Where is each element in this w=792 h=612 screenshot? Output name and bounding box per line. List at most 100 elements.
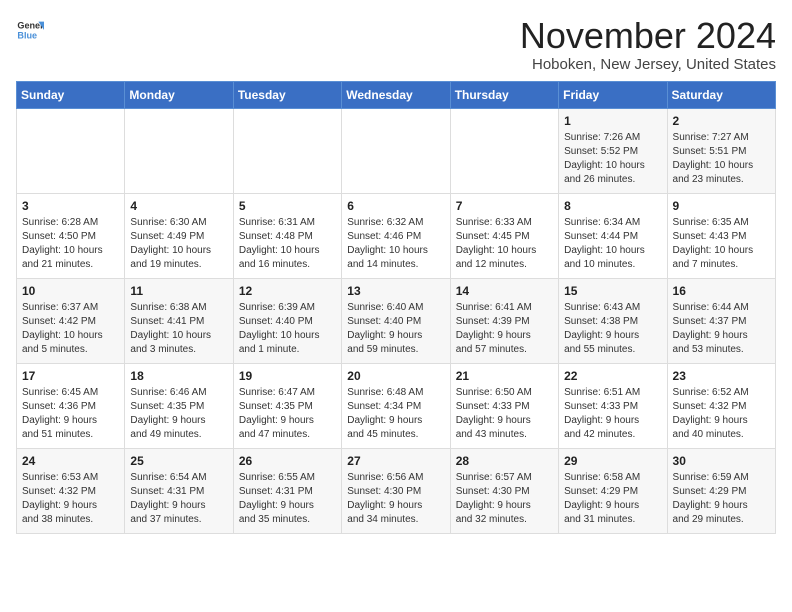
- calendar-cell: 16 Sunrise: 6:44 AM Sunset: 4:37 PM Dayli…: [667, 278, 775, 363]
- day-number: 3: [22, 199, 119, 213]
- calendar-week-row: 10 Sunrise: 6:37 AM Sunset: 4:42 PM Dayli…: [17, 278, 776, 363]
- calendar-cell: 9Sunrise: 6:35 AM Sunset: 4:43 PM Daylig…: [667, 193, 775, 278]
- calendar-cell: [233, 108, 341, 193]
- calendar-week-row: 3 Sunrise: 6:28 AM Sunset: 4:50 PM Daylig…: [17, 193, 776, 278]
- calendar-cell: [125, 108, 233, 193]
- day-number: 22: [564, 369, 661, 383]
- calendar-cell: [342, 108, 450, 193]
- day-info: Sunrise: 6:38 AM Sunset: 4:41 PM Dayligh…: [130, 301, 227, 357]
- weekday-header-friday: Friday: [559, 81, 667, 108]
- day-info: Sunrise: 6:28 AM Sunset: 4:50 PM Dayligh…: [22, 216, 119, 272]
- day-info: Sunrise: 6:47 AM Sunset: 4:35 PM Dayligh…: [239, 386, 336, 442]
- day-number: 16: [673, 284, 770, 298]
- calendar-cell: 22 Sunrise: 6:51 AM Sunset: 4:33 PM Dayli…: [559, 363, 667, 448]
- calendar-cell: 5 Sunrise: 6:31 AM Sunset: 4:48 PM Daylig…: [233, 193, 341, 278]
- day-info: Sunrise: 6:46 AM Sunset: 4:35 PM Dayligh…: [130, 386, 227, 442]
- calendar-cell: 30 Sunrise: 6:59 AM Sunset: 4:29 PM Dayli…: [667, 448, 775, 533]
- day-info: Sunrise: 6:32 AM Sunset: 4:46 PM Dayligh…: [347, 216, 444, 272]
- calendar-cell: 17 Sunrise: 6:45 AM Sunset: 4:36 PM Dayli…: [17, 363, 125, 448]
- day-number: 6: [347, 199, 444, 213]
- header-area: General Blue November 2024 Hoboken, New …: [16, 16, 776, 73]
- day-info: Sunrise: 6:55 AM Sunset: 4:31 PM Dayligh…: [239, 471, 336, 527]
- weekday-header-wednesday: Wednesday: [342, 81, 450, 108]
- day-number: 13: [347, 284, 444, 298]
- day-number: 11: [130, 284, 227, 298]
- day-number: 15: [564, 284, 661, 298]
- day-number: 30: [673, 454, 770, 468]
- day-number: 2: [673, 114, 770, 128]
- day-number: 29: [564, 454, 661, 468]
- calendar-cell: 7 Sunrise: 6:33 AM Sunset: 4:45 PM Daylig…: [450, 193, 558, 278]
- calendar-cell: 13Sunrise: 6:40 AM Sunset: 4:40 PM Dayli…: [342, 278, 450, 363]
- day-info: Sunrise: 6:33 AM Sunset: 4:45 PM Dayligh…: [456, 216, 553, 272]
- day-number: 10: [22, 284, 119, 298]
- day-info: Sunrise: 6:30 AM Sunset: 4:49 PM Dayligh…: [130, 216, 227, 272]
- calendar-cell: 10 Sunrise: 6:37 AM Sunset: 4:42 PM Dayli…: [17, 278, 125, 363]
- day-info: Sunrise: 6:51 AM Sunset: 4:33 PM Dayligh…: [564, 386, 661, 442]
- calendar-cell: 28 Sunrise: 6:57 AM Sunset: 4:30 PM Dayli…: [450, 448, 558, 533]
- calendar-cell: 6 Sunrise: 6:32 AM Sunset: 4:46 PM Daylig…: [342, 193, 450, 278]
- calendar-cell: 2 Sunrise: 7:27 AM Sunset: 5:51 PM Daylig…: [667, 108, 775, 193]
- day-number: 26: [239, 454, 336, 468]
- calendar-week-row: 1 Sunrise: 7:26 AM Sunset: 5:52 PM Daylig…: [17, 108, 776, 193]
- day-info: Sunrise: 6:57 AM Sunset: 4:30 PM Dayligh…: [456, 471, 553, 527]
- month-title: November 2024: [520, 16, 776, 56]
- day-info: Sunrise: 6:45 AM Sunset: 4:36 PM Dayligh…: [22, 386, 119, 442]
- day-info: Sunrise: 6:43 AM Sunset: 4:38 PM Dayligh…: [564, 301, 661, 357]
- day-info: Sunrise: 6:58 AM Sunset: 4:29 PM Dayligh…: [564, 471, 661, 527]
- calendar-cell: 1 Sunrise: 7:26 AM Sunset: 5:52 PM Daylig…: [559, 108, 667, 193]
- day-number: 4: [130, 199, 227, 213]
- day-number: 19: [239, 369, 336, 383]
- calendar-cell: 19 Sunrise: 6:47 AM Sunset: 4:35 PM Dayli…: [233, 363, 341, 448]
- weekday-header-row: SundayMondayTuesdayWednesdayThursdayFrid…: [17, 81, 776, 108]
- calendar-cell: 12Sunrise: 6:39 AM Sunset: 4:40 PM Dayli…: [233, 278, 341, 363]
- day-info: Sunrise: 6:37 AM Sunset: 4:42 PM Dayligh…: [22, 301, 119, 357]
- day-number: 27: [347, 454, 444, 468]
- calendar-cell: 23Sunrise: 6:52 AM Sunset: 4:32 PM Dayli…: [667, 363, 775, 448]
- day-info: Sunrise: 6:56 AM Sunset: 4:30 PM Dayligh…: [347, 471, 444, 527]
- calendar-cell: 29 Sunrise: 6:58 AM Sunset: 4:29 PM Dayli…: [559, 448, 667, 533]
- weekday-header-sunday: Sunday: [17, 81, 125, 108]
- calendar-cell: 4 Sunrise: 6:30 AM Sunset: 4:49 PM Daylig…: [125, 193, 233, 278]
- day-number: 1: [564, 114, 661, 128]
- day-info: Sunrise: 6:31 AM Sunset: 4:48 PM Dayligh…: [239, 216, 336, 272]
- day-number: 25: [130, 454, 227, 468]
- calendar-cell: 27 Sunrise: 6:56 AM Sunset: 4:30 PM Dayli…: [342, 448, 450, 533]
- weekday-header-monday: Monday: [125, 81, 233, 108]
- calendar-cell: 14Sunrise: 6:41 AM Sunset: 4:39 PM Dayli…: [450, 278, 558, 363]
- day-info: Sunrise: 6:35 AM Sunset: 4:43 PM Dayligh…: [673, 216, 770, 272]
- day-number: 28: [456, 454, 553, 468]
- day-number: 14: [456, 284, 553, 298]
- day-info: Sunrise: 6:44 AM Sunset: 4:37 PM Dayligh…: [673, 301, 770, 357]
- calendar-cell: 20Sunrise: 6:48 AM Sunset: 4:34 PM Dayli…: [342, 363, 450, 448]
- calendar-cell: 25Sunrise: 6:54 AM Sunset: 4:31 PM Dayli…: [125, 448, 233, 533]
- day-number: 17: [22, 369, 119, 383]
- day-info: Sunrise: 6:59 AM Sunset: 4:29 PM Dayligh…: [673, 471, 770, 527]
- location: Hoboken, New Jersey, United States: [520, 56, 776, 73]
- day-info: Sunrise: 7:26 AM Sunset: 5:52 PM Dayligh…: [564, 131, 661, 187]
- calendar-cell: 8Sunrise: 6:34 AM Sunset: 4:44 PM Daylig…: [559, 193, 667, 278]
- day-number: 7: [456, 199, 553, 213]
- day-info: Sunrise: 7:27 AM Sunset: 5:51 PM Dayligh…: [673, 131, 770, 187]
- calendar-cell: 18 Sunrise: 6:46 AM Sunset: 4:35 PM Dayli…: [125, 363, 233, 448]
- calendar-cell: 11 Sunrise: 6:38 AM Sunset: 4:41 PM Dayli…: [125, 278, 233, 363]
- title-area: November 2024 Hoboken, New Jersey, Unite…: [520, 16, 776, 73]
- logo: General Blue: [16, 16, 44, 44]
- day-number: 24: [22, 454, 119, 468]
- day-number: 18: [130, 369, 227, 383]
- day-info: Sunrise: 6:53 AM Sunset: 4:32 PM Dayligh…: [22, 471, 119, 527]
- day-number: 5: [239, 199, 336, 213]
- weekday-header-tuesday: Tuesday: [233, 81, 341, 108]
- calendar-cell: 26 Sunrise: 6:55 AM Sunset: 4:31 PM Dayli…: [233, 448, 341, 533]
- calendar-cell: 15 Sunrise: 6:43 AM Sunset: 4:38 PM Dayli…: [559, 278, 667, 363]
- calendar-cell: 3 Sunrise: 6:28 AM Sunset: 4:50 PM Daylig…: [17, 193, 125, 278]
- calendar-cell: [450, 108, 558, 193]
- day-info: Sunrise: 6:50 AM Sunset: 4:33 PM Dayligh…: [456, 386, 553, 442]
- calendar-week-row: 17 Sunrise: 6:45 AM Sunset: 4:36 PM Dayli…: [17, 363, 776, 448]
- calendar-cell: [17, 108, 125, 193]
- day-number: 12: [239, 284, 336, 298]
- calendar-week-row: 24 Sunrise: 6:53 AM Sunset: 4:32 PM Dayli…: [17, 448, 776, 533]
- day-info: Sunrise: 6:48 AM Sunset: 4:34 PM Dayligh…: [347, 386, 444, 442]
- day-number: 21: [456, 369, 553, 383]
- day-info: Sunrise: 6:52 AM Sunset: 4:32 PM Dayligh…: [673, 386, 770, 442]
